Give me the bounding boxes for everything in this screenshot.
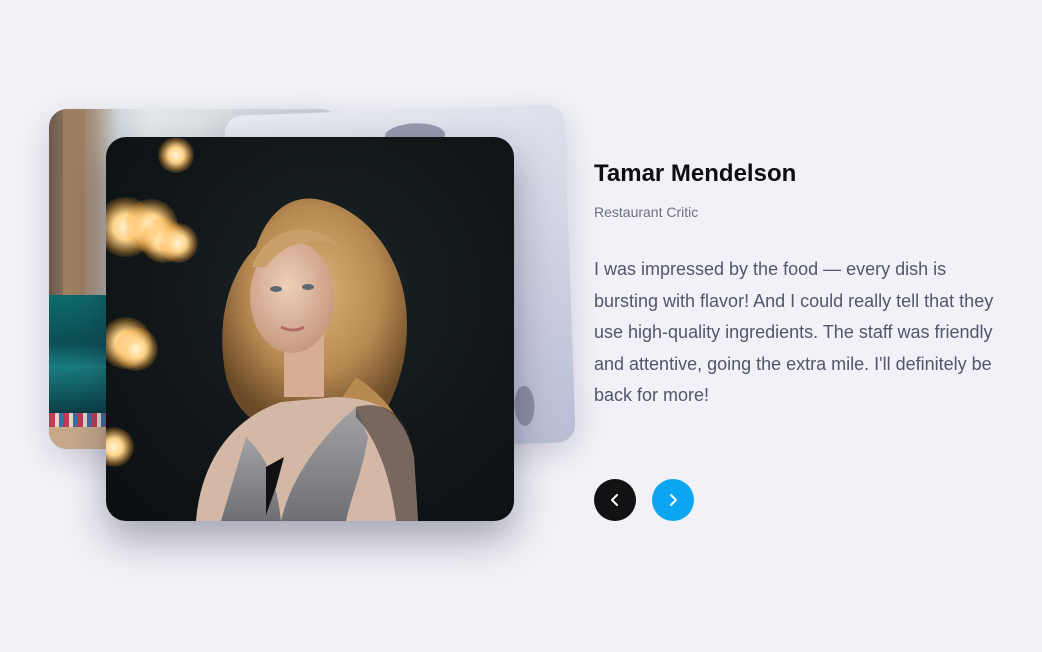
chevron-left-icon — [611, 494, 618, 506]
active-photo-card — [106, 137, 514, 521]
photo-stack — [0, 0, 600, 652]
next-button[interactable] — [652, 479, 694, 521]
portrait-photo — [196, 198, 418, 521]
previous-button[interactable] — [594, 479, 636, 521]
reviewer-name: Tamar Mendelson — [594, 160, 797, 187]
reviewer-role: Restaurant Critic — [594, 204, 699, 220]
chevron-right-icon — [670, 494, 677, 506]
testimonial-quote: I was impressed by the food — every dish… — [594, 259, 994, 405]
